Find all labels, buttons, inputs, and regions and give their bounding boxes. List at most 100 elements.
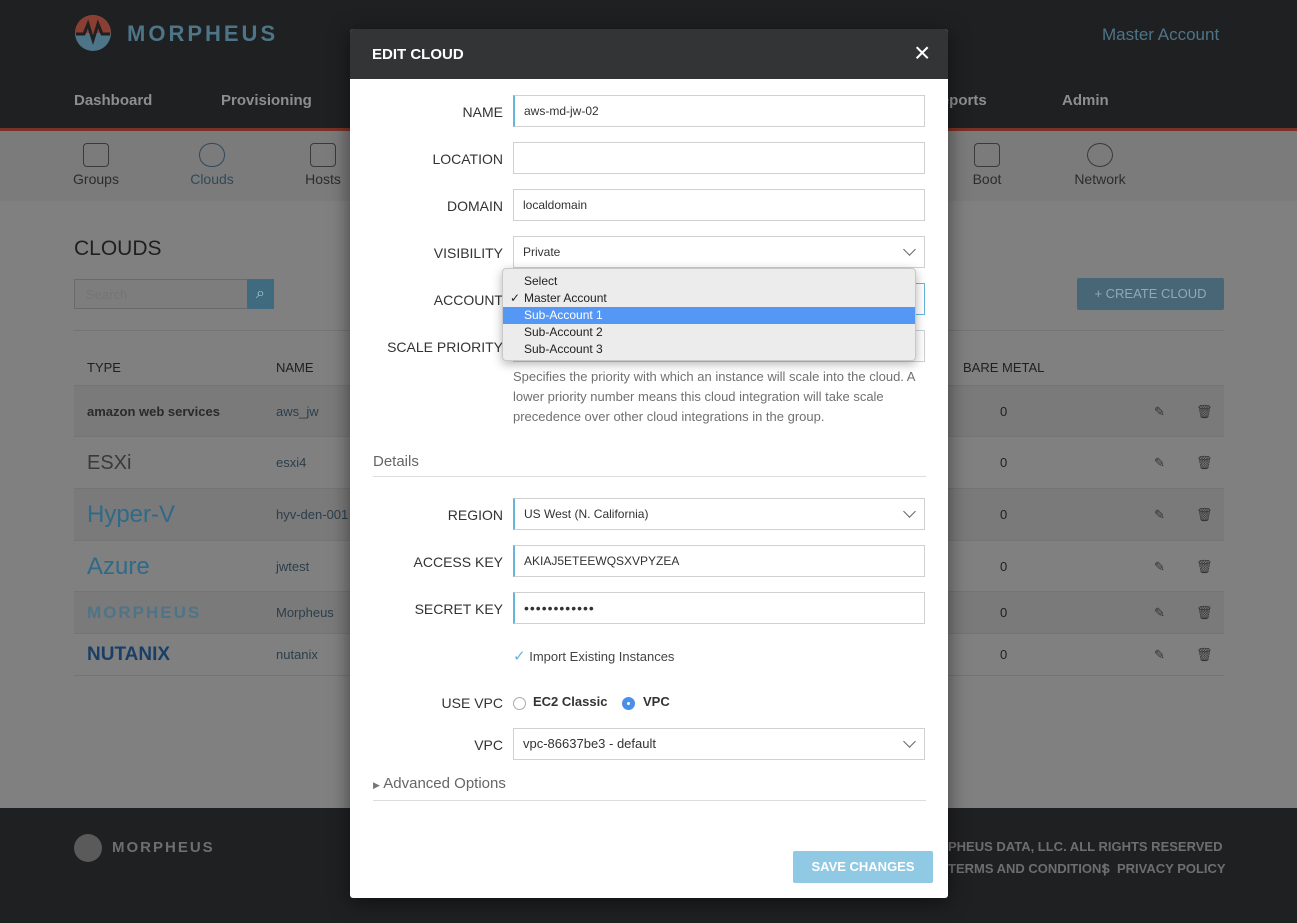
- cloud-name-link[interactable]: Morpheus: [276, 592, 334, 634]
- bare-metal-count: 0: [1000, 541, 1007, 592]
- subnav-label: Boot: [973, 171, 1002, 187]
- nav-admin[interactable]: Admin: [1062, 92, 1109, 109]
- subnav-label: Groups: [73, 171, 119, 187]
- bare-metal-count: 0: [1000, 437, 1007, 489]
- advanced-options-label: Advanced Options: [383, 775, 506, 792]
- name-input[interactable]: aws-md-jw-02: [513, 95, 925, 127]
- region-select[interactable]: US West (N. California): [513, 498, 925, 530]
- bare-metal-count: 0: [1000, 489, 1007, 541]
- checkmark-icon: ✓: [510, 290, 520, 307]
- chevron-down-icon: [903, 243, 916, 256]
- use-vpc-label: USE VPC: [442, 695, 503, 711]
- cloud-name-link[interactable]: esxi4: [276, 437, 306, 489]
- cloud-type-logo: MORPHEUS: [87, 592, 201, 634]
- vpc-value: vpc-86637be3 - default: [523, 736, 656, 751]
- bare-metal-count: 0: [1000, 592, 1007, 634]
- cloud-type-logo: ESXi: [87, 437, 131, 489]
- search-icon: ⌕: [256, 285, 265, 302]
- trash-icon[interactable]: 🗑: [1196, 437, 1213, 489]
- import-instances-checkbox[interactable]: ✓ Import Existing Instances: [513, 647, 674, 665]
- trash-icon[interactable]: 🗑: [1196, 489, 1213, 541]
- trash-icon[interactable]: 🗑: [1196, 386, 1213, 437]
- create-cloud-button[interactable]: + CREATE CLOUD: [1077, 278, 1224, 310]
- save-changes-button[interactable]: SAVE CHANGES: [793, 851, 933, 883]
- subnav-label: Hosts: [305, 171, 341, 187]
- account-link[interactable]: Master Account: [1102, 25, 1219, 45]
- vpc-option-label: VPC: [643, 694, 670, 709]
- location-input[interactable]: [513, 142, 925, 174]
- account-dropdown: Select ✓Master Account Sub-Account 1 Sub…: [502, 268, 916, 361]
- cloud-type-logo: amazon web services: [87, 386, 220, 437]
- footer-brand: MORPHEUS: [112, 839, 215, 856]
- server-icon: [974, 143, 1000, 167]
- subnav-label: Network: [1074, 171, 1125, 187]
- edit-cloud-modal: EDIT CLOUD × NAME aws-md-jw-02 LOCATION …: [350, 29, 948, 898]
- col-type: TYPE: [87, 360, 121, 375]
- cloud-name-link[interactable]: nutanix: [276, 634, 318, 676]
- subnav-clouds[interactable]: Clouds: [172, 143, 252, 187]
- cloud-type-logo: NUTANIX: [87, 634, 170, 676]
- bare-metal-count: 0: [1000, 634, 1007, 676]
- terms-link[interactable]: TERMS AND CONDITIONS: [948, 861, 1110, 876]
- edit-pencil-icon[interactable]: ✎: [1154, 634, 1165, 676]
- antenna-icon: [1087, 143, 1113, 167]
- secret-key-label: SECRET KEY: [415, 601, 503, 617]
- edit-pencil-icon[interactable]: ✎: [1154, 592, 1165, 634]
- subnav-network[interactable]: Network: [1060, 143, 1140, 187]
- nav-provisioning[interactable]: Provisioning: [221, 92, 312, 109]
- close-icon[interactable]: ×: [914, 39, 930, 67]
- access-key-input[interactable]: AKIAJ5ETEEWQSXVPYZEA: [513, 545, 925, 577]
- col-name: NAME: [276, 360, 314, 375]
- cloud-name-link[interactable]: jwtest: [276, 541, 309, 592]
- account-option-sub-3[interactable]: Sub-Account 3: [503, 341, 915, 358]
- brand-name: MORPHEUS: [127, 21, 278, 47]
- chevron-down-icon: [903, 735, 916, 748]
- nav-dashboard[interactable]: Dashboard: [74, 92, 152, 109]
- import-label: Import Existing Instances: [529, 649, 674, 664]
- domain-input[interactable]: localdomain: [513, 189, 925, 221]
- bare-metal-count: 0: [1000, 386, 1007, 437]
- radio-ec2-classic[interactable]: [513, 697, 526, 710]
- col-bare-metal: BARE METAL: [963, 360, 1044, 375]
- trash-icon[interactable]: 🗑: [1196, 541, 1213, 592]
- triangle-right-icon: ▶: [373, 780, 380, 790]
- vpc-label: VPC: [474, 737, 503, 753]
- database-icon: [310, 143, 336, 167]
- secret-key-input[interactable]: ••••••••••••: [513, 592, 925, 624]
- footer-logo-icon: [74, 834, 102, 862]
- ec2-classic-label: EC2 Classic: [533, 694, 607, 709]
- subnav-groups[interactable]: Groups: [56, 143, 136, 187]
- chevron-down-icon: [903, 505, 916, 518]
- account-option-master[interactable]: ✓Master Account: [503, 290, 915, 307]
- region-label: REGION: [448, 507, 503, 523]
- advanced-options-toggle[interactable]: ▶ Advanced Options: [373, 775, 926, 801]
- vpc-select[interactable]: vpc-86637be3 - default: [513, 728, 925, 760]
- privacy-link[interactable]: PRIVACY POLICY: [1117, 861, 1226, 876]
- subnav-boot[interactable]: Boot: [947, 143, 1027, 187]
- modal-title: EDIT CLOUD: [372, 46, 464, 63]
- account-option-select[interactable]: Select: [503, 273, 915, 290]
- visibility-value: Private: [523, 245, 560, 259]
- trash-icon[interactable]: 🗑: [1196, 592, 1213, 634]
- details-section: Details: [373, 453, 926, 477]
- cloud-name-link[interactable]: aws_jw: [276, 386, 319, 437]
- cloud-type-logo: Hyper-V: [87, 489, 175, 541]
- search-button[interactable]: ⌕: [247, 279, 274, 309]
- cloud-type-logo: Azure: [87, 541, 150, 592]
- radio-vpc[interactable]: [622, 697, 635, 710]
- edit-pencil-icon[interactable]: ✎: [1154, 437, 1165, 489]
- modal-header: EDIT CLOUD: [350, 29, 948, 79]
- domain-label: DOMAIN: [447, 198, 503, 214]
- cloud-name-link[interactable]: hyv-den-001: [276, 489, 348, 541]
- account-option-sub-2[interactable]: Sub-Account 2: [503, 324, 915, 341]
- trash-icon[interactable]: 🗑: [1196, 634, 1213, 676]
- region-value: US West (N. California): [524, 507, 648, 521]
- account-option-sub-1[interactable]: Sub-Account 1: [503, 307, 915, 324]
- edit-pencil-icon[interactable]: ✎: [1154, 386, 1165, 437]
- edit-pencil-icon[interactable]: ✎: [1154, 541, 1165, 592]
- search-input[interactable]: [74, 279, 248, 309]
- copyright: PHEUS DATA, LLC. ALL RIGHTS RESERVED: [948, 839, 1222, 854]
- footer-separator: |: [1103, 861, 1107, 876]
- edit-pencil-icon[interactable]: ✎: [1154, 489, 1165, 541]
- visibility-select[interactable]: Private: [513, 236, 925, 268]
